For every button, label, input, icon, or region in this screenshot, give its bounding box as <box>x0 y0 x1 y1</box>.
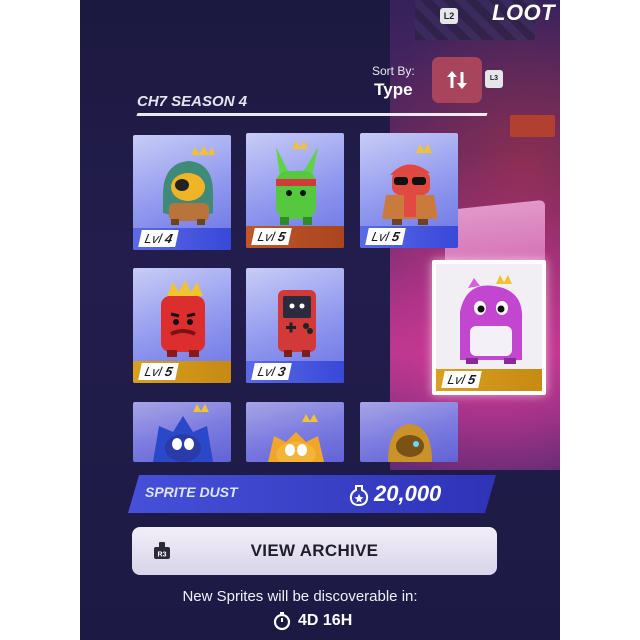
level-tag: Lvl 5 <box>365 228 407 245</box>
section-divider <box>136 113 488 116</box>
sort-toggle-button[interactable] <box>432 57 482 103</box>
sprite-card[interactable]: Lvl 5 <box>360 133 458 248</box>
level-tag: Lvl 4 <box>138 230 180 247</box>
countdown-value: 4D 16H <box>298 612 353 629</box>
level-tag: Lvl 5 <box>441 371 483 388</box>
orange-fox-sprite <box>268 414 324 462</box>
sprites-screen: L2 LOOT Sort By: Type L3 CH7 SEASON 4 Lv… <box>80 0 560 640</box>
sprite-dust-label: SPRITE DUST <box>145 484 238 500</box>
svg-text:R3: R3 <box>158 552 167 559</box>
level-tag: Lvl 5 <box>251 228 293 245</box>
loot-tab-title[interactable]: LOOT <box>492 0 555 26</box>
level-tag: Lvl 5 <box>138 363 180 380</box>
sort-arrows-icon <box>447 71 467 89</box>
blue-hedgehog-sprite <box>153 404 213 462</box>
sprite-dust-icon <box>349 485 369 507</box>
sprite-card[interactable]: Lvl 5 <box>246 133 344 248</box>
sprite-card[interactable] <box>360 402 458 462</box>
sprite-card[interactable]: Lvl 4 <box>133 135 231 250</box>
l2-button-badge: L2 <box>440 8 458 24</box>
stopwatch-icon <box>273 612 291 631</box>
view-archive-button[interactable]: R3 VIEW ARCHIVE <box>132 527 497 575</box>
sprite-card[interactable]: Lvl 3 <box>246 268 344 383</box>
sprite-card[interactable] <box>246 402 344 462</box>
background-sign <box>510 115 555 137</box>
view-archive-label: VIEW ARCHIVE <box>250 541 379 560</box>
section-title: CH7 SEASON 4 <box>137 93 248 110</box>
sort-by-value: Type <box>374 80 413 99</box>
discover-message: New Sprites will be discoverable in: <box>182 588 418 605</box>
golden-hooded-sprite <box>388 424 432 462</box>
sprite-card[interactable] <box>133 402 231 462</box>
sprite-dust-amount: 20,000 <box>374 481 442 506</box>
sprite-card[interactable]: Lvl 5 <box>133 268 231 383</box>
r3-stick-icon: R3 <box>154 542 170 559</box>
sprite-card-selected[interactable]: Lvl 5 <box>432 260 546 395</box>
level-tag: Lvl 3 <box>251 363 293 380</box>
countdown-timer: 4D 16H <box>272 608 352 634</box>
sort-by-label: Sort By: <box>372 64 415 78</box>
sort-by-group: Sort By: Type <box>372 64 415 100</box>
l3-stick-badge: L3 <box>485 70 503 88</box>
